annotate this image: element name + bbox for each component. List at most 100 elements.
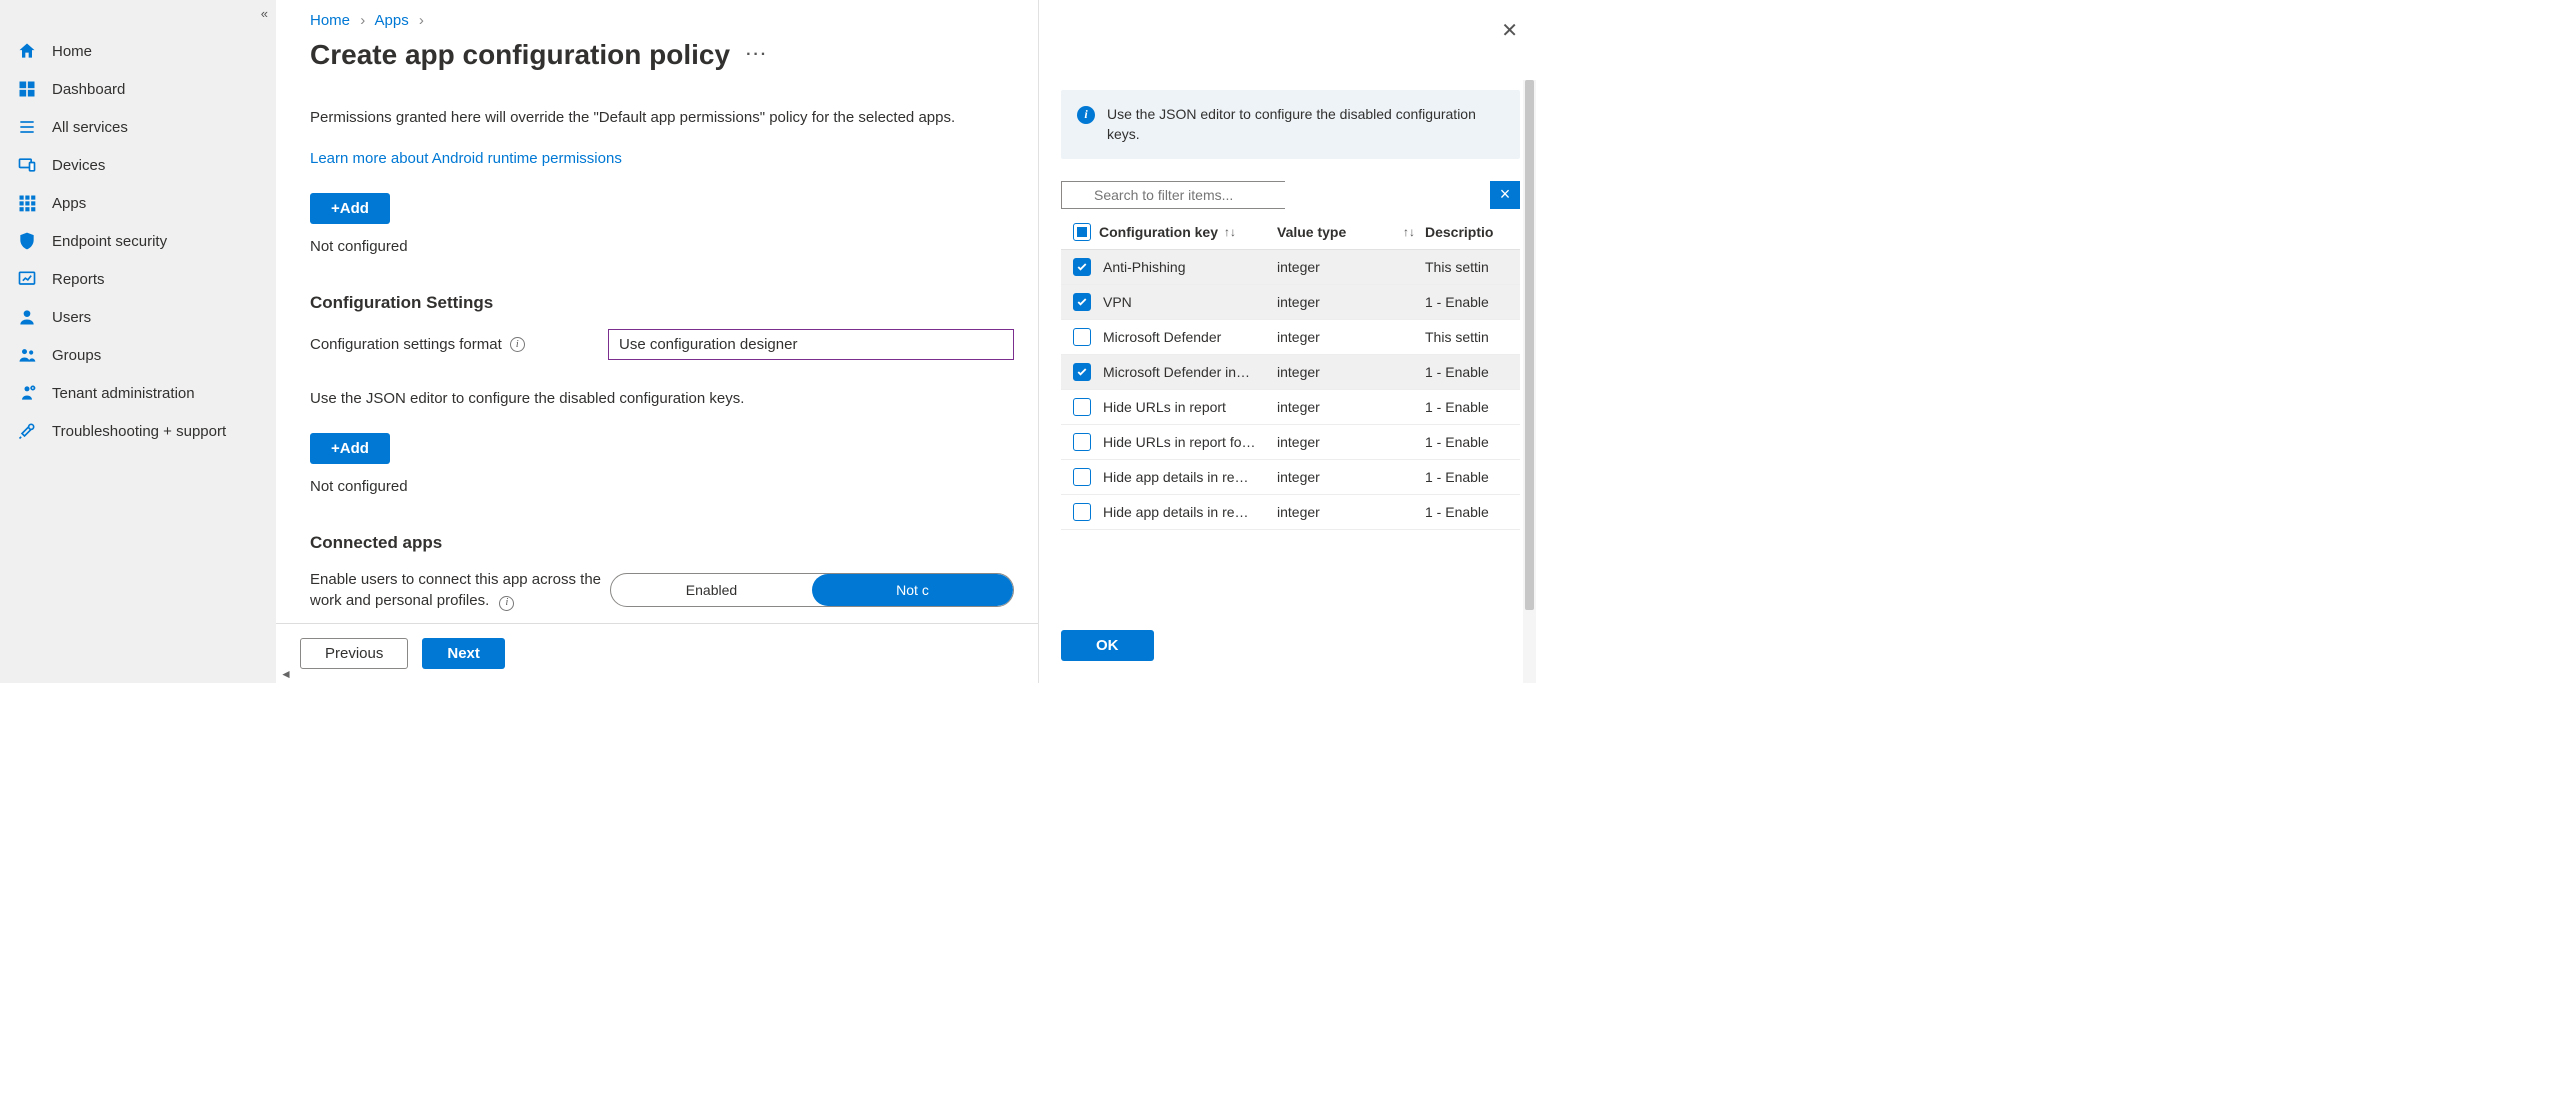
sidebar-item-devices[interactable]: Devices (0, 146, 276, 184)
breadcrumb: Home › Apps › (310, 12, 1014, 29)
sidebar-item-label: Reports (52, 271, 105, 288)
table-row[interactable]: Microsoft DefenderintegerThis settin (1061, 320, 1520, 355)
cell-type: integer (1277, 399, 1425, 415)
learn-more-link[interactable]: Learn more about Android runtime permiss… (310, 150, 622, 167)
info-icon: i (1077, 106, 1095, 124)
row-checkbox[interactable] (1073, 433, 1091, 451)
list-icon (16, 116, 38, 138)
row-checkbox[interactable] (1073, 293, 1091, 311)
cell-type: integer (1277, 329, 1425, 345)
permissions-status: Not configured (310, 238, 1014, 255)
cell-key: Hide app details in re… (1099, 504, 1277, 520)
user-icon (16, 306, 38, 328)
row-checkbox[interactable] (1073, 328, 1091, 346)
horizontal-scroll-left[interactable]: ◄ (280, 667, 292, 681)
column-header-type[interactable]: Value type ↑↓ (1277, 224, 1425, 240)
cell-type: integer (1277, 469, 1425, 485)
breadcrumb-sep: › (360, 12, 365, 29)
tenant-icon (16, 382, 38, 404)
table-row[interactable]: VPNinteger1 - Enable (1061, 285, 1520, 320)
main-content: Home › Apps › Create app configuration p… (276, 0, 1038, 683)
info-icon[interactable]: i (499, 596, 514, 611)
sidebar-item-reports[interactable]: Reports (0, 260, 276, 298)
cell-type: integer (1277, 364, 1425, 380)
column-header-desc[interactable]: Descriptio (1425, 224, 1520, 240)
ok-button[interactable]: OK (1061, 630, 1154, 661)
row-checkbox[interactable] (1073, 363, 1091, 381)
cell-desc: 1 - Enable (1425, 399, 1520, 415)
cell-type: integer (1277, 259, 1425, 275)
cell-key: Microsoft Defender in… (1099, 364, 1277, 380)
table-header: Configuration key ↑↓ Value type ↑↓ Descr… (1061, 215, 1520, 250)
sidebar-item-label: Tenant administration (52, 385, 195, 402)
table-row[interactable]: Hide URLs in reportinteger1 - Enable (1061, 390, 1520, 425)
cell-desc: 1 - Enable (1425, 434, 1520, 450)
breadcrumb-home[interactable]: Home (310, 12, 350, 29)
table-row[interactable]: Hide app details in re…integer1 - Enable (1061, 495, 1520, 530)
panel-scrollbar[interactable] (1523, 80, 1536, 683)
sidebar-item-endpoint-security[interactable]: Endpoint security (0, 222, 276, 260)
close-panel-button[interactable]: ✕ (1501, 18, 1518, 43)
sidebar-item-all-services[interactable]: All services (0, 108, 276, 146)
sidebar-item-users[interactable]: Users (0, 298, 276, 336)
sidebar-item-label: Devices (52, 157, 105, 174)
cell-key: Hide app details in re… (1099, 469, 1277, 485)
toggle-enabled-option[interactable]: Enabled (611, 574, 812, 606)
row-checkbox[interactable] (1073, 468, 1091, 486)
table-row[interactable]: Microsoft Defender in…integer1 - Enable (1061, 355, 1520, 390)
table-row[interactable]: Anti-PhishingintegerThis settin (1061, 250, 1520, 285)
add-config-button[interactable]: +Add (310, 433, 390, 464)
group-icon (16, 344, 38, 366)
sidebar-collapse-button[interactable]: « (261, 6, 268, 21)
page-title-text: Create app configuration policy (310, 39, 730, 71)
cell-type: integer (1277, 294, 1425, 310)
row-checkbox[interactable] (1073, 503, 1091, 521)
cell-desc: 1 - Enable (1425, 294, 1520, 310)
info-icon[interactable]: i (510, 337, 525, 352)
sidebar-item-label: Troubleshooting + support (52, 423, 226, 440)
clear-search-button[interactable]: × (1490, 181, 1520, 209)
table-row[interactable]: Hide URLs in report fo…integer1 - Enable (1061, 425, 1520, 460)
devices-icon (16, 154, 38, 176)
cell-desc: 1 - Enable (1425, 469, 1520, 485)
sidebar-item-home[interactable]: Home (0, 32, 276, 70)
cell-key: Microsoft Defender (1099, 329, 1277, 345)
sidebar-item-label: Users (52, 309, 91, 326)
search-input[interactable] (1061, 181, 1285, 209)
scrollbar-thumb[interactable] (1525, 80, 1534, 610)
cell-key: Hide URLs in report fo… (1099, 434, 1277, 450)
sidebar-item-apps[interactable]: Apps (0, 184, 276, 222)
more-actions-button[interactable]: ··· (746, 46, 768, 64)
sidebar-item-label: All services (52, 119, 128, 136)
breadcrumb-apps[interactable]: Apps (375, 12, 409, 29)
select-all-checkbox[interactable] (1073, 223, 1091, 241)
sidebar-item-dashboard[interactable]: Dashboard (0, 70, 276, 108)
info-banner: i Use the JSON editor to configure the d… (1061, 90, 1520, 159)
next-button[interactable]: Next (422, 638, 505, 669)
row-checkbox[interactable] (1073, 258, 1091, 276)
table-row[interactable]: Hide app details in re…integer1 - Enable (1061, 460, 1520, 495)
connected-apps-toggle[interactable]: Enabled Not c (610, 573, 1014, 607)
sidebar-item-tenant-administration[interactable]: Tenant administration (0, 374, 276, 412)
sidebar-item-groups[interactable]: Groups (0, 336, 276, 374)
wizard-footer: Previous Next (276, 623, 1038, 683)
cell-key: VPN (1099, 294, 1277, 310)
home-icon (16, 40, 38, 62)
row-checkbox[interactable] (1073, 398, 1091, 416)
sidebar-item-label: Dashboard (52, 81, 125, 98)
config-format-select[interactable]: Use configuration designer (608, 329, 1014, 360)
cell-type: integer (1277, 434, 1425, 450)
column-header-key[interactable]: Configuration key ↑↓ (1099, 224, 1277, 240)
cell-key: Anti-Phishing (1099, 259, 1277, 275)
toggle-notconfigured-option[interactable]: Not c (812, 574, 1013, 606)
json-hint: Use the JSON editor to configure the dis… (310, 390, 1014, 407)
add-permission-button[interactable]: +Add (310, 193, 390, 224)
sidebar-item-troubleshooting-support[interactable]: Troubleshooting + support (0, 412, 276, 450)
sort-icon: ↑↓ (1224, 225, 1236, 239)
previous-button[interactable]: Previous (300, 638, 408, 669)
cell-desc: 1 - Enable (1425, 504, 1520, 520)
config-keys-panel: ✕ i Use the JSON editor to configure the… (1038, 0, 1536, 683)
config-format-label: Configuration settings format i (310, 336, 600, 353)
breadcrumb-sep: › (419, 12, 424, 29)
sidebar-item-label: Apps (52, 195, 86, 212)
